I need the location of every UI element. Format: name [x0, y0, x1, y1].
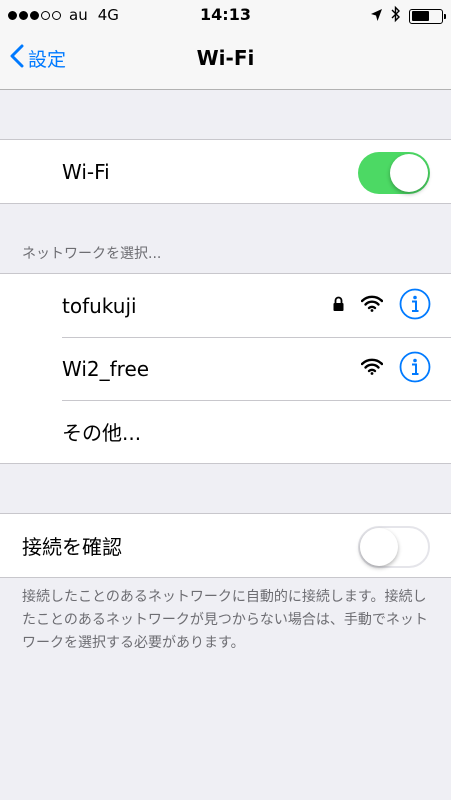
- navigation-bar: 設定 Wi-Fi: [0, 30, 451, 90]
- ask-join-group: 接続を確認: [0, 513, 451, 578]
- battery-icon: [409, 8, 446, 24]
- wifi-label: Wi-Fi: [62, 159, 110, 184]
- location-arrow-icon: [370, 7, 383, 26]
- networks-group: tofukuji Wi2_free その他...: [0, 273, 451, 464]
- wifi-group: Wi-Fi: [0, 139, 451, 204]
- lock-icon: [332, 296, 345, 316]
- network-name: Wi2_free: [62, 356, 150, 381]
- wifi-toggle[interactable]: [358, 152, 430, 194]
- wifi-row: Wi-Fi: [0, 140, 451, 203]
- bluetooth-icon: [391, 5, 401, 27]
- wifi-icon: [360, 358, 384, 379]
- ask-join-toggle[interactable]: [358, 526, 430, 568]
- network-row[interactable]: tofukuji: [0, 274, 451, 337]
- network-row[interactable]: Wi2_free: [0, 337, 451, 400]
- wifi-icon: [360, 295, 384, 316]
- other-network-label: その他...: [62, 421, 142, 445]
- ask-join-footer: 接続したことのあるネットワークに自動的に接続します。接続したことのあるネットワー…: [22, 589, 428, 651]
- info-icon[interactable]: [399, 288, 431, 324]
- page-title: Wi-Fi: [196, 46, 255, 70]
- info-icon[interactable]: [399, 351, 431, 387]
- ask-join-label: 接続を確認: [22, 535, 122, 559]
- other-network-row[interactable]: その他...: [0, 400, 451, 463]
- status-bar: au 4G 14:13: [0, 0, 451, 30]
- status-right: [370, 5, 446, 27]
- ask-join-row: 接続を確認: [0, 514, 451, 577]
- networks-section-header: ネットワークを選択...: [22, 246, 162, 262]
- network-name: tofukuji: [62, 293, 137, 318]
